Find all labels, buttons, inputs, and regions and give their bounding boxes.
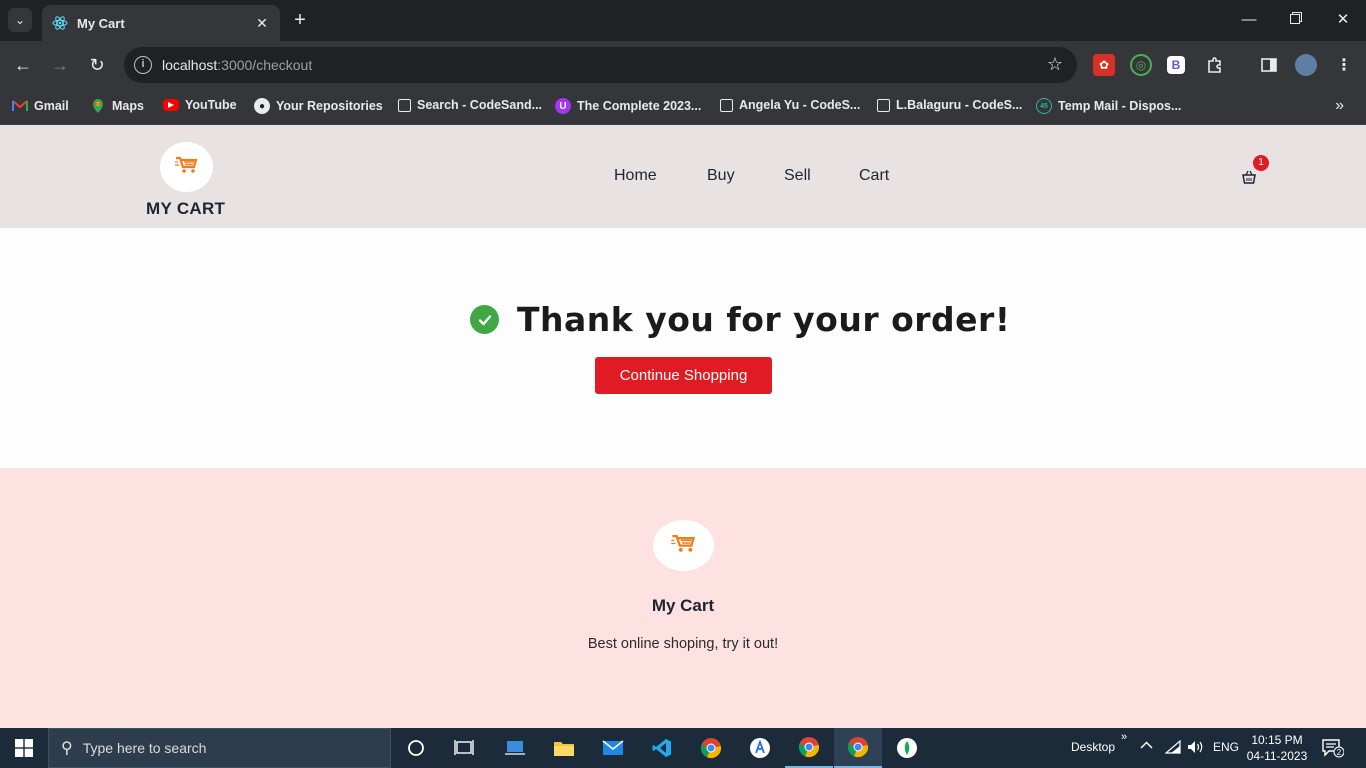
- language-indicator[interactable]: ENG: [1213, 740, 1239, 754]
- gmail-icon: [12, 98, 28, 114]
- maps-icon: [90, 98, 106, 114]
- order-confirmation: Thank you for your order! Continue Shopp…: [0, 228, 1366, 468]
- bookmark-your-repositories[interactable]: ● Your Repositories: [254, 98, 383, 114]
- double-chevron-icon[interactable]: »: [1121, 731, 1127, 743]
- page-icon: [720, 98, 733, 112]
- extension-red-icon[interactable]: ✿: [1093, 54, 1115, 76]
- forward-icon[interactable]: →: [48, 53, 72, 77]
- bookmark-maps[interactable]: Maps: [90, 98, 144, 114]
- site-info-icon[interactable]: i: [134, 56, 152, 74]
- bookmark-star-icon[interactable]: ☆: [1047, 54, 1063, 75]
- search-icon: ⚲: [61, 740, 73, 757]
- youtube-icon: [163, 99, 179, 111]
- site-footer: My Cart Best online shoping, try it out!: [0, 468, 1366, 728]
- more-menu-icon[interactable]: ⋮: [1333, 54, 1355, 76]
- confirmation-message: Thank you for your order!: [517, 300, 1011, 339]
- continue-shopping-button[interactable]: Continue Shopping: [595, 357, 772, 394]
- bookmark-search-codesandbox[interactable]: Search - CodeSand...: [398, 98, 542, 112]
- tab-search-button[interactable]: ⌄: [8, 8, 32, 32]
- bookmarks-bar: Gmail Maps YouTube ● Your Repositories S…: [0, 89, 1366, 125]
- notification-count: 2: [1337, 748, 1342, 757]
- reload-icon[interactable]: ↻: [85, 53, 109, 77]
- bookmark-complete-2023[interactable]: U The Complete 2023...: [555, 98, 701, 114]
- clock-time: 10:15 PM: [1251, 733, 1303, 747]
- bookmark-youtube[interactable]: YouTube: [163, 98, 237, 112]
- task-view-icon[interactable]: [440, 728, 488, 768]
- page-icon: [398, 98, 411, 112]
- brand-name[interactable]: MY CART: [146, 199, 225, 219]
- extension-green-icon[interactable]: ◎: [1130, 54, 1152, 76]
- udemy-icon: U: [555, 98, 571, 114]
- footer-logo: [653, 520, 714, 571]
- back-icon[interactable]: ←: [11, 53, 35, 77]
- nav-home[interactable]: Home: [614, 167, 657, 185]
- more-bookmarks-icon[interactable]: »: [1335, 97, 1344, 115]
- page-icon: [877, 98, 890, 112]
- chevron-up-icon[interactable]: [1140, 739, 1153, 755]
- side-panel-icon[interactable]: [1258, 54, 1280, 76]
- cart-logo-icon: [670, 534, 697, 558]
- tab-title: My Cart: [77, 15, 125, 31]
- network-icon[interactable]: [1164, 739, 1181, 757]
- extensions-puzzle-icon[interactable]: [1204, 54, 1226, 76]
- tempmail-icon: 45: [1036, 98, 1052, 114]
- react-icon: [52, 15, 68, 31]
- chrome-icon[interactable]: [687, 728, 735, 768]
- footer-tagline: Best online shoping, try it out!: [587, 636, 779, 652]
- bookmark-l-balaguru[interactable]: L.Balaguru - CodeS...: [877, 98, 1022, 112]
- windows-start-button[interactable]: [0, 728, 48, 768]
- vscode-icon[interactable]: [638, 728, 686, 768]
- clock-date: 04-11-2023: [1246, 749, 1308, 763]
- shopping-basket-icon[interactable]: [1241, 169, 1257, 185]
- cart-logo-icon: [174, 156, 199, 179]
- desktop-toolbar-label[interactable]: Desktop: [1071, 740, 1115, 754]
- extension-b-icon[interactable]: B: [1167, 56, 1185, 74]
- nav-cart[interactable]: Cart: [859, 167, 889, 185]
- windows-taskbar: ⚲ Type here to search Desktop » ENG 10:1…: [0, 728, 1366, 768]
- mongodb-compass-icon[interactable]: [883, 728, 931, 768]
- app-store-icon[interactable]: [736, 728, 784, 768]
- address-bar[interactable]: i localhost:3000/checkout ☆: [124, 47, 1077, 83]
- chrome-icon[interactable]: [785, 728, 833, 768]
- system-clock[interactable]: 10:15 PM 04-11-2023: [1246, 732, 1308, 764]
- footer-title: My Cart: [651, 596, 715, 615]
- check-circle-icon: [470, 305, 499, 334]
- minimize-icon[interactable]: —: [1237, 8, 1261, 32]
- browser-toolbar: ← → ↻ i localhost:3000/checkout ☆ ✿ ◎ B …: [0, 41, 1366, 89]
- browser-tab[interactable]: My Cart ✕: [42, 5, 280, 41]
- nav-buy[interactable]: Buy: [707, 167, 735, 185]
- chevron-down-icon: ⌄: [14, 13, 26, 27]
- cart-count-badge: 1: [1253, 155, 1269, 171]
- site-logo[interactable]: [160, 142, 213, 192]
- taskbar-search-box[interactable]: ⚲ Type here to search: [48, 728, 391, 768]
- close-tab-icon[interactable]: ✕: [254, 15, 270, 32]
- new-tab-button[interactable]: +: [288, 9, 312, 33]
- github-icon: ●: [254, 98, 270, 114]
- nav-sell[interactable]: Sell: [784, 167, 811, 185]
- remote-desktop-icon[interactable]: [491, 728, 539, 768]
- volume-icon[interactable]: [1187, 740, 1205, 757]
- notification-center-icon[interactable]: 2: [1322, 738, 1345, 758]
- cortana-icon[interactable]: [392, 728, 440, 768]
- bookmark-temp-mail[interactable]: 45 Temp Mail - Dispos...: [1036, 98, 1181, 114]
- restore-icon[interactable]: [1284, 8, 1308, 32]
- close-window-icon[interactable]: ✕: [1331, 8, 1355, 32]
- file-explorer-icon[interactable]: [540, 728, 588, 768]
- mail-icon[interactable]: [589, 728, 637, 768]
- site-header: MY CART Home Buy Sell Cart 1: [0, 125, 1366, 228]
- url-text[interactable]: localhost:3000/checkout: [162, 57, 312, 73]
- profile-avatar[interactable]: [1295, 54, 1317, 76]
- chrome-icon[interactable]: [834, 728, 882, 768]
- bookmark-gmail[interactable]: Gmail: [12, 98, 69, 114]
- browser-tab-bar: ⌄ My Cart ✕ + — ✕: [0, 0, 1366, 41]
- bookmark-angela-yu[interactable]: Angela Yu - CodeS...: [720, 98, 860, 112]
